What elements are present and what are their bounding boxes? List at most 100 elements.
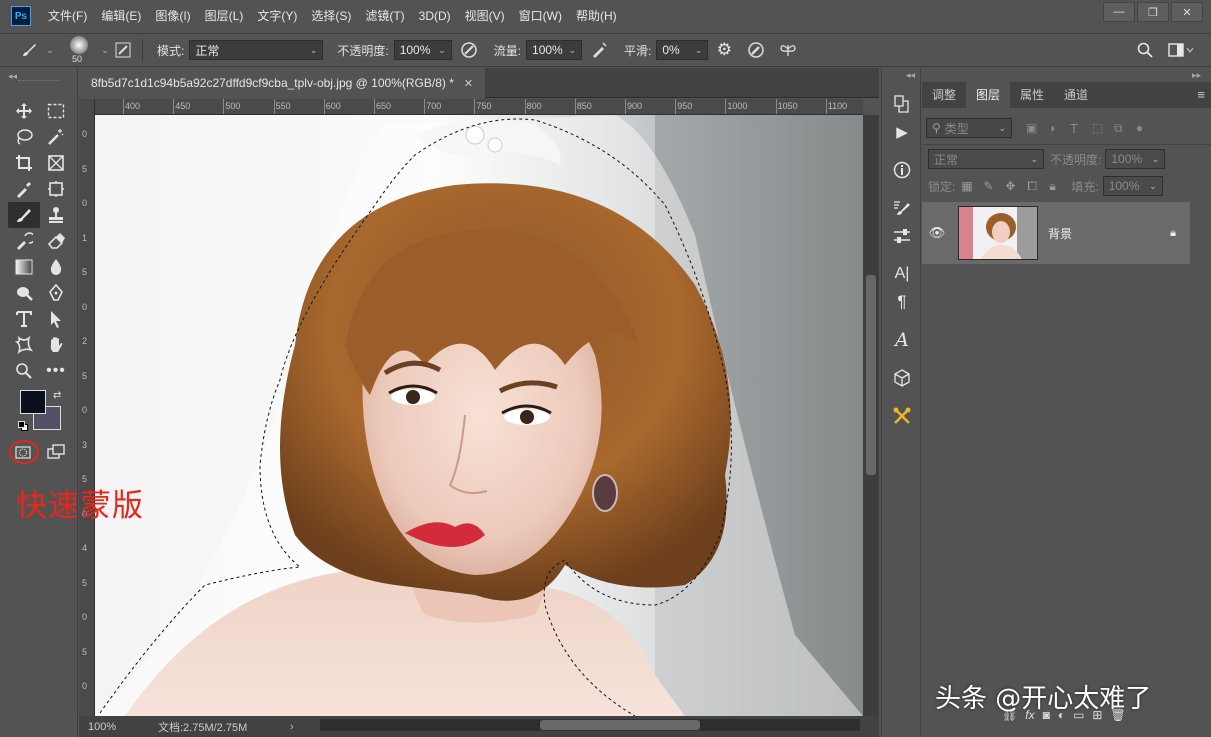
visibility-eye-icon[interactable]: 👁︎ (922, 225, 952, 241)
chevron-right-icon[interactable]: › (290, 721, 304, 733)
filter-type-icon[interactable]: T (1070, 121, 1092, 136)
paragraph-panel-icon[interactable]: ¶ (882, 288, 922, 316)
document-canvas[interactable] (95, 115, 863, 716)
menu-window[interactable]: 窗口(W) (512, 0, 569, 32)
default-colors-icon[interactable] (18, 421, 28, 431)
lock-position-icon[interactable]: ✥ (1005, 179, 1027, 193)
actions-play-icon[interactable]: ▶ (882, 118, 922, 146)
lasso-tool-icon[interactable] (8, 124, 40, 150)
history-brush-tool-icon[interactable] (8, 228, 40, 254)
blend-mode-dropdown[interactable]: 正常 ⌄ (928, 149, 1044, 169)
foreground-color-swatch[interactable] (20, 390, 46, 414)
symmetry-butterfly-icon[interactable] (772, 41, 804, 59)
opacity-dropdown[interactable]: 100% ⌄ (393, 40, 452, 60)
menu-image[interactable]: 图像(I) (148, 0, 197, 32)
swap-colors-icon[interactable]: ⇄ (53, 390, 61, 401)
collapse-toolbar-icon[interactable]: ◂◂ (8, 71, 17, 82)
gradient-tool-icon[interactable] (8, 254, 40, 280)
zoom-tool-icon[interactable] (8, 358, 40, 384)
frame-3d-tool-icon[interactable] (40, 176, 72, 202)
dodge-tool-icon[interactable] (8, 280, 40, 306)
character-panel-icon[interactable]: A| (882, 260, 922, 288)
pressure-opacity-icon[interactable] (452, 41, 486, 59)
layer-row-background[interactable]: 👁︎ 背景 🔒︎ (922, 202, 1190, 264)
tab-adjustments[interactable]: 调整 (922, 82, 966, 108)
airbrush-icon[interactable] (582, 41, 616, 59)
glyphs-panel-icon[interactable]: A (882, 326, 922, 354)
chevron-down-icon[interactable]: ⌄ (44, 45, 56, 56)
menu-edit[interactable]: 编辑(E) (94, 0, 148, 32)
type-tool-icon[interactable] (8, 306, 40, 332)
pen-tool-icon[interactable] (40, 280, 72, 306)
lock-image-icon[interactable]: ✎ (983, 179, 1005, 193)
vertical-scroll-thumb[interactable] (866, 275, 876, 475)
filter-adjustment-icon[interactable]: ◑ (1048, 121, 1070, 135)
brush-settings-panel-icon[interactable] (882, 194, 922, 222)
history-panel-icon[interactable] (882, 90, 922, 118)
brush-tool-icon[interactable] (8, 202, 40, 228)
lock-artboard-icon[interactable]: ⧠ (1027, 179, 1049, 194)
tab-channels[interactable]: 通道 (1054, 82, 1098, 108)
screen-mode-icon[interactable] (47, 444, 65, 460)
pressure-size-icon[interactable] (740, 41, 772, 59)
tab-layers[interactable]: 图层 (966, 82, 1011, 108)
horizontal-scrollbar[interactable] (320, 719, 860, 731)
layer-filter-dropdown[interactable]: ⚲ 类型 ⌄ (926, 118, 1012, 138)
brush-size-picker[interactable]: 50 (64, 34, 100, 66)
zoom-level[interactable]: 100% (88, 721, 158, 733)
expand-panels-icon[interactable]: ▸▸ (1192, 70, 1201, 81)
mode-dropdown[interactable]: 正常 ⌄ (189, 40, 324, 60)
filter-pixel-icon[interactable]: ▣ (1026, 121, 1048, 135)
menu-help[interactable]: 帮助(H) (569, 0, 624, 32)
tab-properties[interactable]: 属性 (1010, 82, 1054, 108)
menu-filter[interactable]: 滤镜(T) (358, 0, 411, 32)
hand-tool-icon[interactable] (40, 332, 72, 358)
custom-shape-tool-icon[interactable] (8, 332, 40, 358)
quick-mask-icon[interactable] (15, 446, 31, 459)
clone-stamp-tool-icon[interactable] (40, 202, 72, 228)
menu-file[interactable]: 文件(F) (41, 0, 94, 32)
close-window-button[interactable]: ✕ (1171, 2, 1203, 22)
chevron-down-icon[interactable]: ⌄ (100, 45, 110, 56)
brush-settings-icon[interactable] (110, 42, 136, 58)
flow-dropdown[interactable]: 100% ⌄ (526, 40, 583, 60)
info-panel-icon[interactable] (882, 156, 922, 184)
3d-panel-icon[interactable] (882, 364, 922, 392)
panel-menu-icon[interactable]: ≡ (1197, 82, 1205, 108)
eraser-tool-icon[interactable] (40, 228, 72, 254)
document-tab[interactable]: 8fb5d7c1d1c94b5a92c27dffd9cf9cba_tplv-ob… (79, 68, 486, 98)
search-icon[interactable] (1134, 40, 1156, 60)
eyedropper-tool-icon[interactable] (8, 176, 40, 202)
magic-wand-tool-icon[interactable] (40, 124, 72, 150)
menu-view[interactable]: 视图(V) (458, 0, 512, 32)
blur-tool-icon[interactable] (40, 254, 72, 280)
marquee-tool-icon[interactable] (40, 98, 72, 124)
restore-button[interactable]: ❐ (1137, 2, 1169, 22)
menu-select[interactable]: 选择(S) (304, 0, 358, 32)
gear-icon[interactable]: ⚙ (708, 40, 740, 60)
menu-type[interactable]: 文字(Y) (250, 0, 304, 32)
menu-3d[interactable]: 3D(D) (412, 0, 458, 32)
crop-tool-icon[interactable] (8, 150, 40, 176)
menu-layer[interactable]: 图层(L) (198, 0, 251, 32)
move-tool-icon[interactable] (8, 98, 40, 124)
brush-presets-panel-icon[interactable] (882, 222, 922, 250)
frame-tool-icon[interactable] (40, 150, 72, 176)
more-tools-icon[interactable]: ••• (40, 358, 72, 384)
filter-shape-icon[interactable]: ⬚ (1092, 121, 1114, 135)
lock-transparent-icon[interactable]: ▦ (961, 179, 983, 193)
vertical-scrollbar[interactable] (863, 115, 879, 716)
collapse-strip-icon[interactable]: ◂◂ (906, 70, 915, 81)
close-document-icon[interactable]: ✕ (464, 77, 473, 90)
tools-crossed-icon[interactable] (882, 402, 922, 430)
fill-dropdown[interactable]: 100% ⌄ (1102, 176, 1163, 196)
brush-tool-preset-icon[interactable] (14, 41, 44, 59)
smoothing-dropdown[interactable]: 0% ⌄ (656, 40, 709, 60)
layer-opacity-dropdown[interactable]: 100% ⌄ (1105, 149, 1166, 169)
lock-all-icon[interactable]: 🔒︎ (1049, 179, 1071, 194)
filter-toggle-icon[interactable]: ● (1136, 121, 1158, 135)
minimize-button[interactable]: — (1103, 2, 1135, 22)
path-selection-tool-icon[interactable] (40, 306, 72, 332)
horizontal-scroll-thumb[interactable] (540, 720, 700, 730)
workspace-switcher-icon[interactable] (1165, 40, 1197, 60)
